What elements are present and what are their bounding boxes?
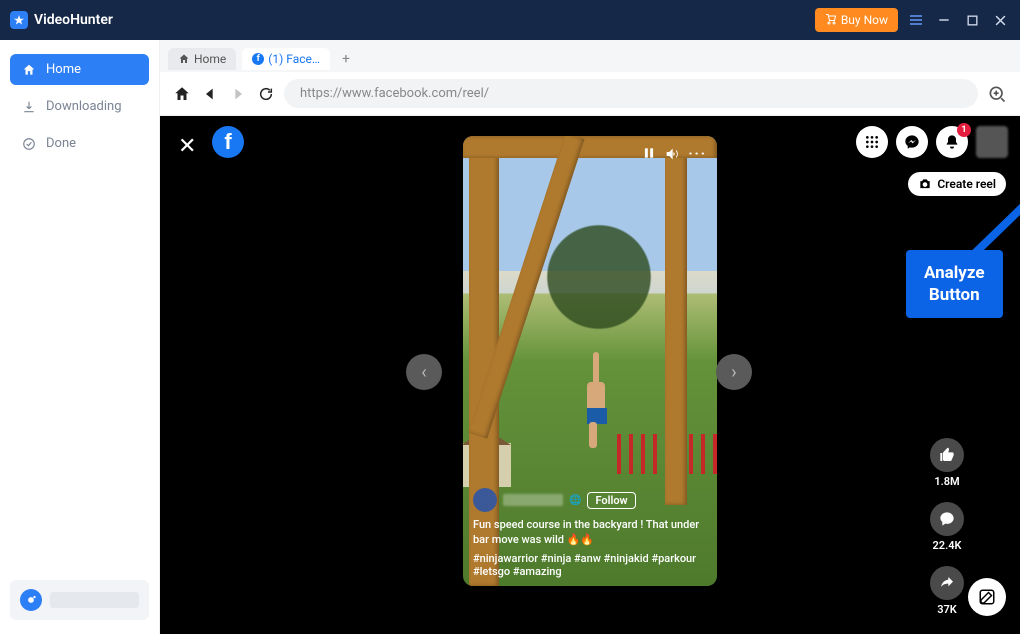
footer-placeholder: [50, 592, 139, 608]
like-count: 1.8M: [934, 475, 959, 488]
maximize-button[interactable]: [962, 10, 982, 30]
comment-count: 22.4K: [933, 539, 962, 552]
notification-badge: 1: [957, 123, 971, 137]
like-icon: [930, 438, 964, 472]
annotation-text-1: Analyze: [924, 262, 985, 284]
cart-icon: [825, 14, 837, 26]
nav-back-button[interactable]: [200, 84, 220, 104]
tab-label: (1) Face…: [268, 52, 320, 66]
app-logo: VideoHunter: [10, 11, 113, 29]
pause-icon[interactable]: [642, 146, 656, 166]
download-icon: [22, 100, 36, 114]
reel-actions: 1.8M 22.4K 37K: [930, 438, 964, 616]
profile-avatar[interactable]: [976, 126, 1008, 158]
share-count: 37K: [937, 603, 957, 616]
camera-icon: [918, 177, 932, 191]
nav-forward-button[interactable]: [228, 84, 248, 104]
sidebar-item-downloading[interactable]: Downloading: [10, 91, 149, 122]
reload-button[interactable]: [256, 84, 276, 104]
buy-now-label: Buy Now: [841, 13, 888, 27]
sidebar: Home Downloading Done: [0, 40, 160, 634]
author-name[interactable]: [503, 494, 563, 506]
reel-hashtags: #ninjawarrior #ninja #anw #ninjakid #par…: [473, 552, 707, 578]
follow-button[interactable]: Follow: [587, 492, 635, 509]
nav-home-button[interactable]: [172, 84, 192, 104]
comment-action[interactable]: 22.4K: [930, 502, 964, 552]
tabbar: Home f (1) Face… +: [160, 40, 1020, 72]
done-icon: [22, 137, 36, 151]
sidebar-item-done[interactable]: Done: [10, 128, 149, 159]
app-title: VideoHunter: [34, 12, 113, 28]
footer-logo-icon: [20, 589, 42, 611]
facebook-top-icons: 1: [856, 126, 1008, 158]
volume-icon[interactable]: [664, 146, 680, 166]
menu-icon[interactable]: [906, 10, 926, 30]
close-button[interactable]: [990, 10, 1010, 30]
titlebar: VideoHunter Buy Now: [0, 0, 1020, 40]
tab-label: Home: [194, 52, 226, 66]
facebook-icon: f: [252, 53, 264, 65]
close-icon[interactable]: ✕: [178, 134, 196, 159]
create-reel-label: Create reel: [937, 177, 996, 191]
create-reel-button[interactable]: Create reel: [908, 172, 1006, 196]
notifications-icon[interactable]: 1: [936, 126, 968, 158]
new-tab-button[interactable]: +: [336, 49, 356, 69]
video-viewer: ✕ f 1 Create reel ‹ ›: [160, 116, 1020, 634]
sidebar-item-label: Downloading: [46, 99, 122, 114]
tab-facebook[interactable]: f (1) Face…: [242, 48, 330, 70]
like-action[interactable]: 1.8M: [930, 438, 964, 488]
minimize-button[interactable]: [934, 10, 954, 30]
home-icon: [22, 63, 36, 77]
logo-icon: [10, 11, 28, 29]
sidebar-item-home[interactable]: Home: [10, 54, 149, 85]
sidebar-footer[interactable]: [10, 580, 149, 620]
public-icon: 🌐: [569, 495, 581, 506]
sidebar-item-label: Home: [46, 62, 81, 77]
edit-fab[interactable]: [968, 578, 1006, 616]
edit-icon: [978, 588, 996, 606]
prev-reel-button[interactable]: ‹: [406, 354, 442, 390]
comment-icon: [930, 502, 964, 536]
next-reel-button[interactable]: ›: [716, 354, 752, 390]
messenger-icon[interactable]: [896, 126, 928, 158]
main-panel: Home f (1) Face… +: [160, 40, 1020, 634]
video-controls: ···: [642, 146, 707, 166]
home-icon: [178, 53, 190, 65]
url-input[interactable]: [284, 79, 978, 108]
more-icon[interactable]: ···: [688, 146, 707, 166]
facebook-logo[interactable]: f: [212, 126, 244, 158]
author-avatar[interactable]: [473, 488, 497, 512]
reel-caption: Fun speed course in the backyard ! That …: [473, 518, 707, 548]
annotation-text-2: Button: [924, 284, 985, 306]
analyze-icon: [987, 84, 1007, 104]
analyze-button[interactable]: [986, 83, 1008, 105]
apps-icon[interactable]: [856, 126, 888, 158]
share-icon: [930, 566, 964, 600]
sidebar-item-label: Done: [46, 136, 76, 151]
browser-toolbar: [160, 72, 1020, 116]
reel-info: 🌐 Follow Fun speed course in the backyar…: [473, 488, 707, 578]
reel-video[interactable]: ··· 🌐 Follow Fun speed course in the bac…: [463, 136, 717, 586]
share-action[interactable]: 37K: [930, 566, 964, 616]
buy-now-button[interactable]: Buy Now: [815, 8, 898, 32]
tab-home[interactable]: Home: [168, 48, 236, 70]
annotation-callout: Analyze Button: [906, 250, 1003, 318]
